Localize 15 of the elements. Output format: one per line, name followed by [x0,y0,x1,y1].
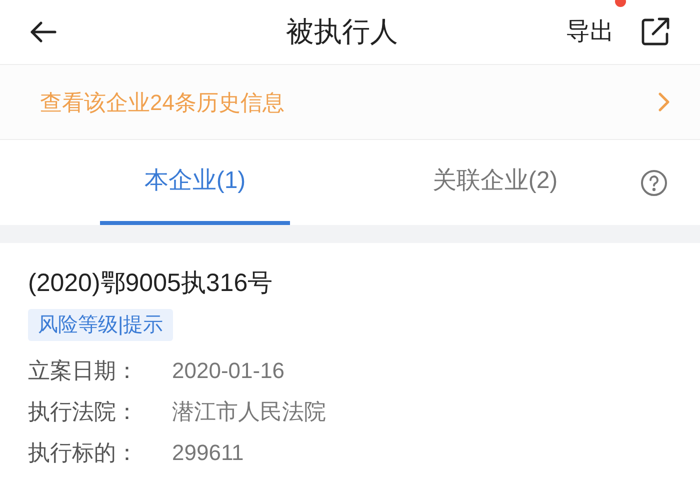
field-label: 执行法院： [28,398,139,426]
help-icon[interactable] [640,168,668,196]
field-value: 2020-01-16 [172,357,285,385]
tab[interactable]: 关联企业(2) [400,140,590,225]
field-label: 执行标的： [28,439,139,467]
field-value: 299611 [172,439,244,467]
field-label: 立案日期： [28,357,139,385]
back-arrow-icon [29,20,57,44]
export-button[interactable]: 导出 [566,14,614,50]
page-title: 被执行人 [286,15,398,49]
risk-tag: 风险等级|提示 [28,309,174,341]
chevron-right-icon [658,92,670,112]
share-icon [639,16,671,48]
field-value: 潜江市人民法院 [172,398,326,426]
case-number: (2020)鄂9005执316号 [28,268,273,299]
